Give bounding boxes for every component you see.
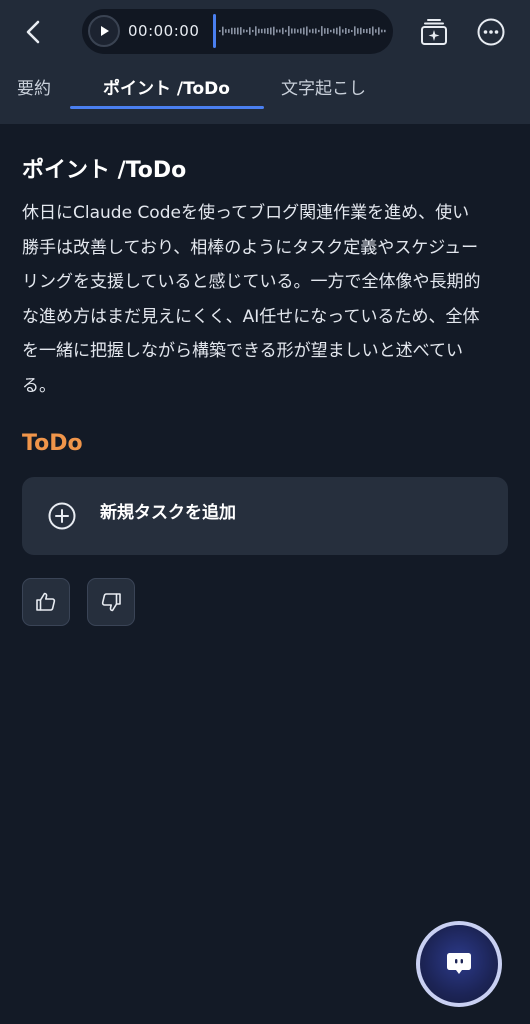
chat-bubble-icon [447, 953, 471, 974]
waveform-bar [246, 29, 248, 33]
tab-bar: 要約 ポイント /ToDo 文字起こし [0, 70, 530, 110]
waveform-bar [303, 27, 305, 35]
waveform-bar [270, 27, 272, 35]
sparkle-cards-icon [421, 19, 447, 45]
dislike-button[interactable] [87, 578, 135, 626]
section-title: ポイント /ToDo [22, 158, 187, 183]
waveform-bar [309, 29, 311, 33]
more-horizontal-icon [477, 18, 505, 46]
waveform-bar [318, 29, 320, 33]
active-tab-indicator [70, 106, 264, 109]
audio-player: 00:00:00 [82, 9, 393, 54]
waveform-bar [231, 27, 233, 35]
waveform-bar [252, 29, 254, 33]
summary-text: 休日にClaude Codeを使ってブログ関連作業を進め、使い 勝手は改善してお… [22, 196, 508, 403]
waveform-bar [300, 28, 302, 34]
play-button[interactable] [88, 15, 120, 47]
waveform-bar [234, 27, 236, 35]
waveform-bar [225, 29, 227, 33]
waveform-bar [336, 27, 338, 35]
summary-line: 休日にClaude Codeを使ってブログ関連作業を進め、使い [22, 203, 470, 223]
summary-line: を一緒に把握しながら構築できる形が望ましいと述べてい [22, 341, 463, 361]
summary-line: な進め方はまだ見えにくく、AI任せになっているため、全体 [22, 306, 480, 327]
play-icon [101, 26, 109, 36]
waveform-bar [243, 29, 245, 33]
thumbs-down-icon [101, 593, 121, 612]
waveform-bar [228, 29, 230, 33]
waveform-bar [249, 27, 251, 35]
summary-line: 勝手は改善しており、相棒のようにタスク定義やスケジュー [22, 237, 479, 258]
playback-time: 00:00:00 [128, 22, 200, 40]
tab-points-todo[interactable]: ポイント /ToDo [103, 70, 230, 108]
top-header: 00:00:00 要約 ポイント /ToDo 文字起こし [0, 0, 530, 124]
waveform-bar [288, 26, 290, 36]
waveform-bar [297, 29, 299, 33]
waveform-bar [372, 26, 374, 36]
waveform-bar [276, 29, 278, 33]
waveform-bar [255, 26, 257, 36]
waveform-bar [261, 28, 263, 34]
summary-line: る。 [22, 375, 56, 396]
waveform-bar [339, 26, 341, 36]
waveform-bar [378, 27, 380, 35]
waveform-bar [264, 28, 266, 34]
playhead[interactable] [213, 14, 216, 48]
waveform-bar [294, 28, 296, 34]
waveform-bar [381, 29, 383, 33]
waveform[interactable] [219, 20, 387, 42]
waveform-bar [291, 28, 293, 34]
waveform-bar [285, 29, 287, 33]
waveform-bar [237, 27, 239, 35]
waveform-bar [384, 29, 386, 33]
waveform-bar [342, 29, 344, 33]
tab-summary[interactable]: 要約 [17, 70, 51, 108]
waveform-bar [357, 28, 359, 34]
tab-transcript[interactable]: 文字起こし [281, 70, 366, 108]
chevron-left-icon [26, 20, 40, 44]
waveform-bar [315, 28, 317, 34]
more-options-button[interactable] [475, 16, 507, 48]
waveform-bar [330, 29, 332, 33]
waveform-bar [240, 27, 242, 35]
waveform-bar [258, 28, 260, 34]
waveform-bar [267, 28, 269, 34]
thumbs-up-icon [36, 592, 56, 611]
waveform-bar [354, 26, 356, 36]
sparkle-cards-button[interactable] [418, 16, 450, 48]
waveform-bar [333, 28, 335, 34]
waveform-bar [327, 28, 329, 34]
waveform-bar [351, 29, 353, 33]
plus-circle-icon [48, 502, 76, 530]
add-task-button[interactable]: 新規タスクを追加 [22, 477, 508, 555]
waveform-bar [219, 30, 221, 32]
waveform-bar [282, 27, 284, 35]
waveform-bar [306, 26, 308, 36]
waveform-bar [279, 29, 281, 33]
waveform-bar [312, 28, 314, 34]
waveform-bar [360, 27, 362, 35]
waveform-bar [324, 28, 326, 34]
add-task-label: 新規タスクを追加 [100, 503, 236, 523]
waveform-bar [366, 28, 368, 34]
summary-line: リングを支援していると感じている。一方で全体像や長期的 [22, 272, 481, 292]
chat-button[interactable] [416, 921, 502, 1007]
waveform-bar [273, 26, 275, 36]
waveform-bar [321, 26, 323, 36]
waveform-bar [369, 28, 371, 34]
waveform-bar [222, 26, 224, 36]
waveform-bar [363, 29, 365, 33]
waveform-bar [375, 29, 377, 33]
todo-title: ToDo [22, 431, 83, 456]
back-button[interactable] [18, 14, 48, 50]
waveform-bar [345, 28, 347, 34]
like-button[interactable] [22, 578, 70, 626]
waveform-bar [348, 29, 350, 33]
